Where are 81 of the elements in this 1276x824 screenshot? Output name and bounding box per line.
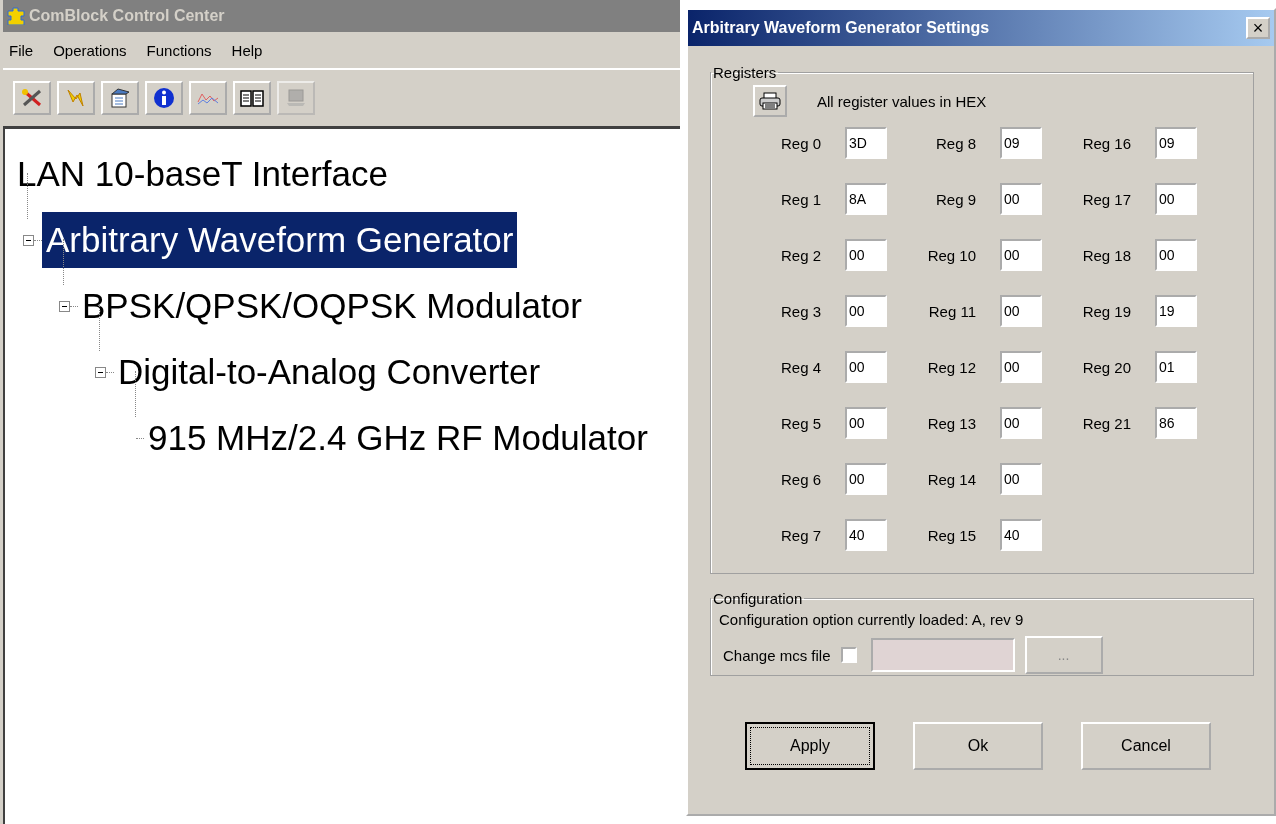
checkbox-label: Change mcs file — [723, 646, 831, 664]
register-field[interactable]: 40 — [845, 519, 887, 551]
register-field[interactable]: 09 — [1155, 127, 1197, 159]
register-label: Reg 19 — [1081, 302, 1131, 320]
register-field[interactable]: 00 — [1000, 295, 1042, 327]
toolbar-button[interactable] — [233, 81, 271, 115]
toolbar-button[interactable] — [13, 81, 51, 115]
register-label: Reg 3 — [779, 302, 821, 320]
register-field[interactable]: 86 — [1155, 407, 1197, 439]
menu-item[interactable]: Functions — [146, 41, 212, 59]
register-field[interactable]: 40 — [1000, 519, 1042, 551]
register-label: Reg 7 — [779, 526, 821, 544]
register-label: Reg 10 — [926, 246, 976, 264]
tools-icon — [21, 88, 43, 108]
checkbox[interactable] — [840, 647, 857, 663]
computer-icon — [285, 88, 307, 108]
register-label: Reg 5 — [779, 414, 821, 432]
menu-item[interactable]: Operations — [53, 41, 127, 59]
group-label: Configuration — [712, 590, 804, 607]
puzzle-icon — [5, 7, 27, 25]
register-label: Reg 12 — [926, 358, 976, 376]
book-icon — [240, 88, 264, 108]
register-field[interactable]: 00 — [845, 407, 887, 439]
register-label: Reg 13 — [926, 414, 976, 432]
register-label: Reg 8 — [934, 134, 976, 152]
register-label: Reg 1 — [779, 190, 821, 208]
register-label: Reg 18 — [1081, 246, 1131, 264]
register-label: Reg 6 — [779, 470, 821, 488]
dialog-button[interactable]: Ok — [913, 722, 1043, 770]
register-field[interactable]: 3D — [845, 127, 887, 159]
register-field[interactable]: 00 — [1000, 239, 1042, 271]
register-label: Reg 14 — [926, 470, 976, 488]
tree-item[interactable]: Digital-to-Analog Converter — [114, 344, 545, 400]
group-label: Registers — [712, 64, 778, 81]
tree-item[interactable]: BPSK/QPSK/OQPSK Modulator — [78, 278, 586, 334]
register-field[interactable]: 00 — [845, 239, 887, 271]
register-field[interactable]: 00 — [845, 295, 887, 327]
register-label: Reg 2 — [779, 246, 821, 264]
status-text: Configuration option currently loaded: A, rev 9 — [718, 610, 1025, 628]
register-field[interactable]: 09 — [1000, 127, 1042, 159]
register-label: Reg 9 — [934, 190, 976, 208]
properties-icon — [109, 88, 131, 108]
register-label: Reg 17 — [1081, 190, 1131, 208]
register-field[interactable]: 00 — [1155, 239, 1197, 271]
print-button[interactable] — [753, 85, 787, 117]
register-label: Reg 11 — [927, 302, 976, 320]
register-label: Reg 20 — [1081, 358, 1131, 376]
register-field[interactable]: 19 — [1155, 295, 1197, 327]
close-button[interactable]: × — [1246, 17, 1270, 39]
window-title: ComBlock Control Center — [29, 7, 225, 25]
note-text: All register values in HEX — [817, 92, 987, 110]
register-label: Reg 16 — [1081, 134, 1131, 152]
collapse-toggle[interactable] — [23, 234, 34, 246]
tree-item[interactable]: Arbitrary Waveform Generator — [42, 212, 518, 268]
register-field[interactable]: 00 — [1000, 407, 1042, 439]
register-label: Reg 21 — [1081, 414, 1131, 432]
register-label: Reg 15 — [926, 526, 976, 544]
printer-icon — [759, 92, 781, 110]
menu-item[interactable]: File — [9, 41, 34, 59]
menu-item[interactable]: Help — [231, 41, 263, 59]
tree-item[interactable]: 915 MHz/2.4 GHz RF Modulator — [144, 410, 652, 466]
register-field[interactable]: 01 — [1155, 351, 1197, 383]
register-field[interactable]: 00 — [1000, 351, 1042, 383]
info-icon — [153, 87, 175, 109]
register-label: Reg 4 — [779, 358, 821, 376]
register-field[interactable]: 00 — [1000, 463, 1042, 495]
lightning-icon — [65, 88, 87, 108]
register-label: Reg 0 — [779, 134, 821, 152]
register-field[interactable]: 00 — [1000, 183, 1042, 215]
collapse-toggle[interactable] — [95, 366, 106, 378]
register-field[interactable]: 8A — [845, 183, 887, 215]
register-field[interactable]: 00 — [1155, 183, 1197, 215]
collapse-toggle[interactable] — [59, 300, 70, 312]
toolbar-button[interactable] — [101, 81, 139, 115]
dialog-button[interactable]: Cancel — [1081, 722, 1211, 770]
dialog-button[interactable]: Apply — [745, 722, 875, 770]
toolbar-button[interactable] — [145, 81, 183, 115]
register-field[interactable]: 00 — [845, 351, 887, 383]
dialog-title: Arbitrary Waveform Generator Settings — [692, 19, 990, 37]
register-field[interactable]: 00 — [845, 463, 887, 495]
tree-item[interactable]: LAN 10-baseT Interface — [13, 146, 392, 202]
